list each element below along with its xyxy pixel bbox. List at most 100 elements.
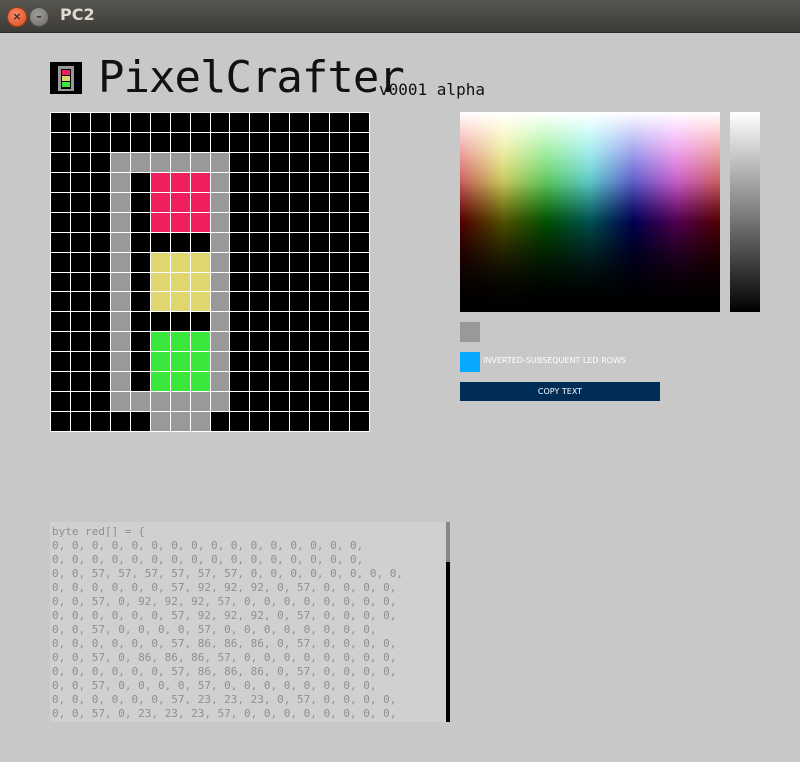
pixel-cell[interactable] [150, 192, 170, 212]
pixel-cell[interactable] [290, 113, 310, 132]
pixel-cell[interactable] [310, 332, 330, 352]
pixel-cell[interactable] [330, 132, 350, 152]
pixel-cell[interactable] [330, 252, 350, 272]
pixel-cell[interactable] [51, 212, 70, 232]
pixel-cell[interactable] [270, 132, 290, 152]
pixel-cell[interactable] [250, 232, 270, 252]
pixel-cell[interactable] [90, 152, 110, 172]
pixel-cell[interactable] [150, 172, 170, 192]
pixel-cell[interactable] [70, 212, 90, 232]
pixel-cell[interactable] [350, 192, 369, 212]
pixel-cell[interactable] [290, 232, 310, 252]
pixel-cell[interactable] [51, 312, 70, 332]
color-picker[interactable] [460, 112, 720, 312]
pixel-cell[interactable] [190, 152, 210, 172]
close-icon[interactable]: × [7, 7, 27, 27]
pixel-cell[interactable] [350, 292, 369, 312]
pixel-cell[interactable] [250, 212, 270, 232]
pixel-cell[interactable] [230, 113, 250, 132]
pixel-cell[interactable] [150, 132, 170, 152]
pixel-cell[interactable] [110, 412, 130, 431]
pixel-cell[interactable] [330, 372, 350, 392]
pixel-cell[interactable] [150, 372, 170, 392]
pixel-cell[interactable] [150, 152, 170, 172]
pixel-cell[interactable] [230, 312, 250, 332]
pixel-cell[interactable] [350, 312, 369, 332]
pixel-cell[interactable] [210, 272, 230, 292]
pixel-cell[interactable] [110, 252, 130, 272]
pixel-cell[interactable] [250, 292, 270, 312]
pixel-cell[interactable] [310, 113, 330, 132]
pixel-cell[interactable] [350, 332, 369, 352]
pixel-cell[interactable] [170, 132, 190, 152]
pixel-cell[interactable] [51, 412, 70, 431]
pixel-cell[interactable] [190, 192, 210, 212]
pixel-cell[interactable] [51, 352, 70, 372]
pixel-cell[interactable] [290, 152, 310, 172]
pixel-cell[interactable] [270, 372, 290, 392]
pixel-cell[interactable] [270, 212, 290, 232]
pixel-cell[interactable] [170, 172, 190, 192]
pixel-cell[interactable] [310, 232, 330, 252]
pixel-cell[interactable] [150, 272, 170, 292]
pixel-cell[interactable] [230, 132, 250, 152]
pixel-cell[interactable] [350, 113, 369, 132]
pixel-cell[interactable] [290, 392, 310, 412]
pixel-cell[interactable] [51, 332, 70, 352]
pixel-cell[interactable] [70, 152, 90, 172]
pixel-cell[interactable] [270, 292, 290, 312]
pixel-cell[interactable] [90, 252, 110, 272]
pixel-cell[interactable] [230, 372, 250, 392]
pixel-cell[interactable] [190, 372, 210, 392]
pixel-cell[interactable] [330, 392, 350, 412]
pixel-cell[interactable] [230, 192, 250, 212]
pixel-cell[interactable] [230, 232, 250, 252]
pixel-cell[interactable] [250, 412, 270, 431]
pixel-cell[interactable] [150, 212, 170, 232]
pixel-cell[interactable] [210, 412, 230, 431]
pixel-cell[interactable] [330, 172, 350, 192]
pixel-cell[interactable] [230, 332, 250, 352]
pixel-cell[interactable] [130, 232, 150, 252]
pixel-cell[interactable] [350, 132, 369, 152]
pixel-cell[interactable] [130, 212, 150, 232]
pixel-cell[interactable] [150, 292, 170, 312]
pixel-cell[interactable] [170, 252, 190, 272]
pixel-cell[interactable] [310, 132, 330, 152]
pixel-cell[interactable] [70, 192, 90, 212]
pixel-cell[interactable] [250, 392, 270, 412]
pixel-cell[interactable] [210, 292, 230, 312]
pixel-cell[interactable] [270, 352, 290, 372]
pixel-cell[interactable] [70, 392, 90, 412]
pixel-cell[interactable] [350, 372, 369, 392]
pixel-cell[interactable] [210, 192, 230, 212]
pixel-cell[interactable] [130, 312, 150, 332]
pixel-cell[interactable] [270, 252, 290, 272]
pixel-cell[interactable] [70, 332, 90, 352]
pixel-cell[interactable] [130, 372, 150, 392]
pixel-cell[interactable] [70, 372, 90, 392]
pixel-cell[interactable] [230, 412, 250, 431]
pixel-cell[interactable] [110, 152, 130, 172]
pixel-cell[interactable] [230, 172, 250, 192]
pixel-cell[interactable] [210, 332, 230, 352]
pixel-cell[interactable] [90, 192, 110, 212]
pixel-cell[interactable] [170, 232, 190, 252]
pixel-cell[interactable] [250, 312, 270, 332]
pixel-cell[interactable] [250, 192, 270, 212]
pixel-cell[interactable] [210, 152, 230, 172]
pixel-cell[interactable] [190, 252, 210, 272]
pixel-cell[interactable] [130, 132, 150, 152]
pixel-cell[interactable] [170, 372, 190, 392]
pixel-cell[interactable] [290, 132, 310, 152]
pixel-cell[interactable] [330, 192, 350, 212]
pixel-cell[interactable] [330, 232, 350, 252]
minimize-icon[interactable]: – [29, 7, 49, 27]
pixel-cell[interactable] [190, 332, 210, 352]
pixel-cell[interactable] [110, 332, 130, 352]
pixel-cell[interactable] [210, 252, 230, 272]
pixel-cell[interactable] [90, 352, 110, 372]
pixel-cell[interactable] [130, 292, 150, 312]
pixel-cell[interactable] [170, 312, 190, 332]
pixel-cell[interactable] [150, 232, 170, 252]
